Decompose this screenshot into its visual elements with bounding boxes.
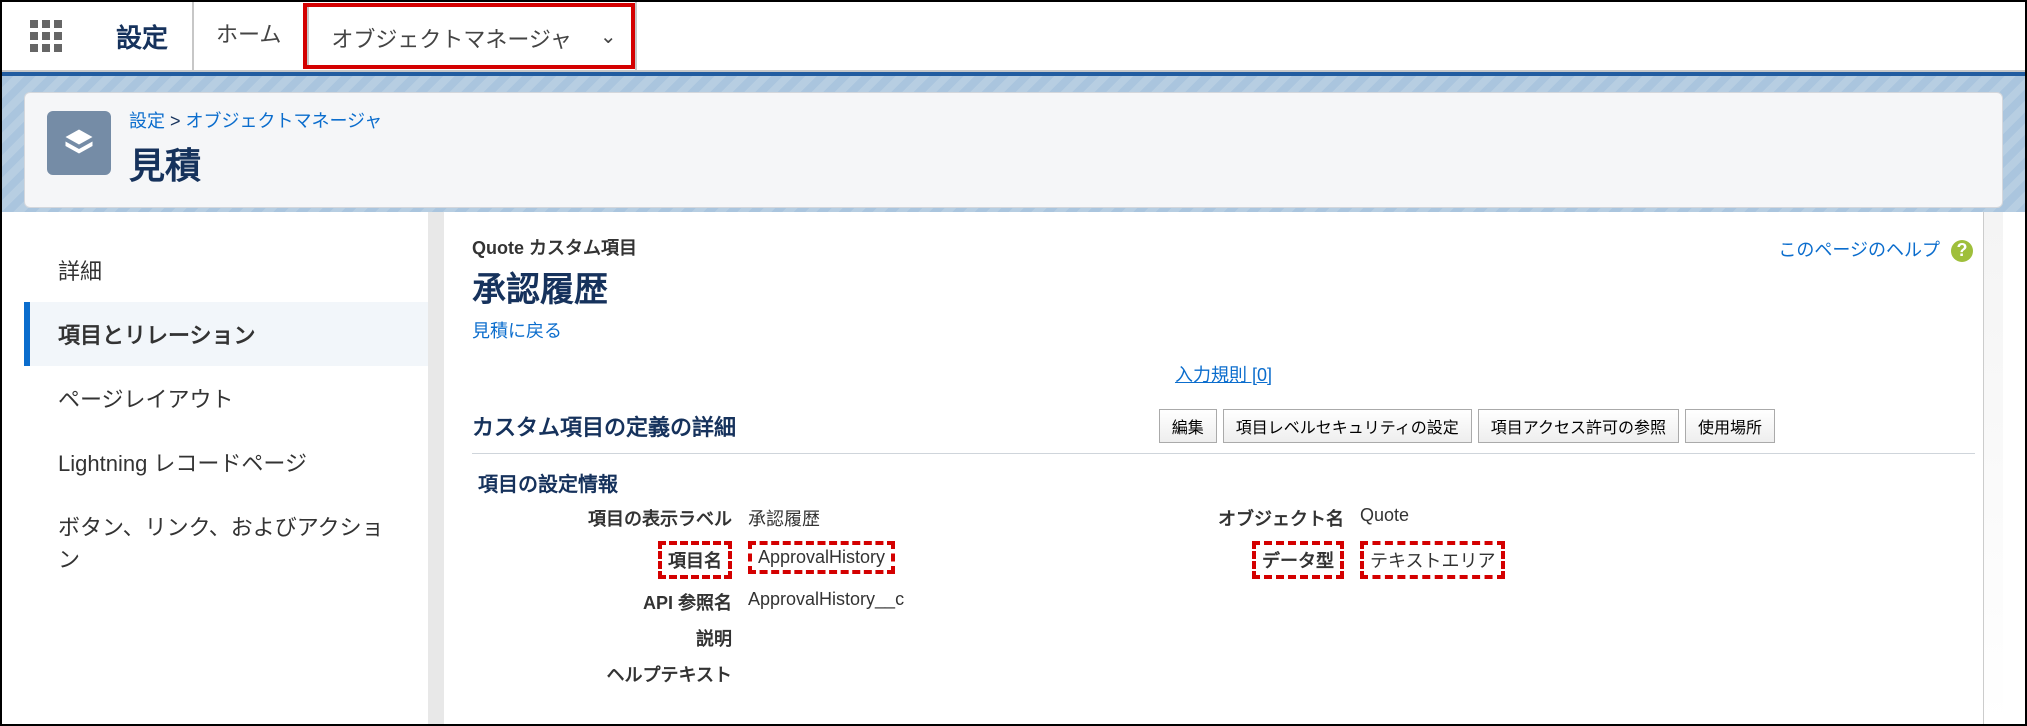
- breadcrumb: 設定 > オブジェクトマネージャ: [129, 107, 382, 133]
- value-data-type: テキストエリア: [1360, 541, 1505, 579]
- chevron-down-icon[interactable]: ⌄: [594, 24, 631, 49]
- label-description: 説明: [512, 625, 732, 651]
- app-launcher-icon[interactable]: [30, 20, 90, 52]
- object-stack-icon: [47, 111, 111, 175]
- value-field-label: 承認履歴: [748, 505, 1128, 531]
- value-object-name: Quote: [1360, 505, 1560, 531]
- breadcrumb-root[interactable]: 設定: [129, 111, 165, 131]
- breadcrumb-separator: >: [170, 111, 181, 131]
- tab-object-manager-highlight: オブジェクトマネージャ ⌄: [303, 3, 634, 69]
- main-content: このページのヘルプ ? Quote カスタム項目 承認履歴 見積に戻る 入力規則…: [444, 212, 2003, 724]
- app-brand: 設定: [108, 18, 192, 55]
- sidebar-item-lightning-pages[interactable]: Lightning レコードページ: [24, 430, 428, 494]
- value-field-name: ApprovalHistory: [748, 541, 895, 574]
- overline: Quote カスタム項目: [472, 234, 1975, 260]
- section-title: カスタム項目の定義の詳細: [472, 410, 736, 442]
- tab-home[interactable]: ホーム: [192, 2, 303, 70]
- edit-button[interactable]: 編集: [1159, 409, 1217, 443]
- label-help-text: ヘルプテキスト: [512, 661, 732, 687]
- label-data-type: データ型: [1252, 541, 1344, 579]
- sidebar-item-fields[interactable]: 項目とリレーション: [24, 302, 428, 366]
- label-field-name: 項目名: [658, 541, 732, 579]
- value-api-name: ApprovalHistory__c: [748, 589, 1128, 615]
- help-link-label: このページのヘルプ: [1778, 240, 1940, 260]
- help-icon: ?: [1951, 240, 1973, 262]
- breadcrumb-parent[interactable]: オブジェクトマネージャ: [186, 111, 383, 131]
- tab-object-manager[interactable]: オブジェクトマネージャ: [307, 7, 593, 65]
- label-api-name: API 参照名: [512, 589, 732, 615]
- help-link[interactable]: このページのヘルプ ?: [1778, 236, 1973, 262]
- where-used-button[interactable]: 使用場所: [1685, 409, 1775, 443]
- page-header-card: 設定 > オブジェクトマネージャ 見積: [24, 92, 2003, 208]
- field-title: 承認履歴: [472, 262, 1975, 311]
- sidebar-item-page-layouts[interactable]: ページレイアウト: [24, 366, 428, 430]
- field-level-security-button[interactable]: 項目レベルセキュリティの設定: [1223, 409, 1472, 443]
- back-link[interactable]: 見積に戻る: [472, 317, 562, 343]
- label-field-label: 項目の表示ラベル: [512, 505, 732, 531]
- page-title: 見積: [129, 137, 382, 189]
- scrollbar-vertical[interactable]: [1983, 212, 2003, 724]
- validation-rules-link[interactable]: 入力規則 [0]: [1175, 365, 1272, 385]
- field-access-button[interactable]: 項目アクセス許可の参照: [1478, 409, 1679, 443]
- sidebar-item-details[interactable]: 詳細: [24, 238, 428, 302]
- sidebar: 詳細 項目とリレーション ページレイアウト Lightning レコードページ …: [24, 212, 444, 724]
- sidebar-item-buttons-links[interactable]: ボタン、リンク、およびアクション: [24, 494, 428, 590]
- subheader: 項目の設定情報: [478, 468, 1975, 497]
- label-object-name: オブジェクト名: [1144, 505, 1344, 531]
